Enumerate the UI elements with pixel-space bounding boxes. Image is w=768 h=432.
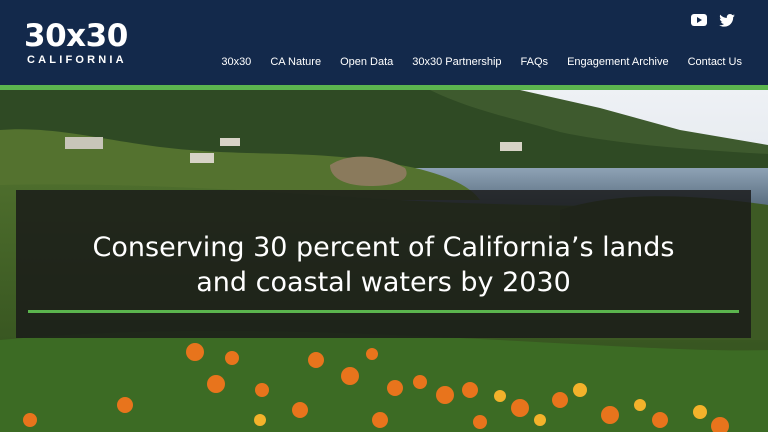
nav-item-contact-us[interactable]: Contact Us — [688, 56, 742, 68]
hero-section: Conserving 30 percent of California’s la… — [0, 90, 768, 432]
youtube-icon[interactable] — [690, 12, 708, 28]
hero-headline-line1: Conserving 30 percent of California’s la… — [92, 232, 675, 263]
hero-headline: Conserving 30 percent of California’s la… — [16, 230, 751, 300]
site-header: 30x30 CALIFORNIA 30x30 CA Nature Open Da… — [0, 0, 768, 85]
logo-subtitle: CALIFORNIA — [27, 54, 127, 66]
nav-item-30x30[interactable]: 30x30 — [221, 56, 251, 68]
headline-underline — [28, 310, 739, 313]
logo-wordmark: 30x30 — [24, 18, 128, 54]
site-logo[interactable]: 30x30 CALIFORNIA — [24, 18, 154, 68]
nav-item-open-data[interactable]: Open Data — [340, 56, 393, 68]
nav-item-faqs[interactable]: FAQs — [521, 56, 549, 68]
hero-headline-line2: and coastal waters by 2030 — [196, 267, 571, 298]
social-links — [690, 12, 736, 28]
hero-headline-panel: Conserving 30 percent of California’s la… — [16, 190, 751, 338]
nav-item-ca-nature[interactable]: CA Nature — [270, 56, 321, 68]
nav-item-partnership[interactable]: 30x30 Partnership — [412, 56, 501, 68]
twitter-icon[interactable] — [718, 12, 736, 28]
nav-item-engagement-archive[interactable]: Engagement Archive — [567, 56, 669, 68]
main-nav: 30x30 CA Nature Open Data 30x30 Partners… — [221, 56, 742, 68]
